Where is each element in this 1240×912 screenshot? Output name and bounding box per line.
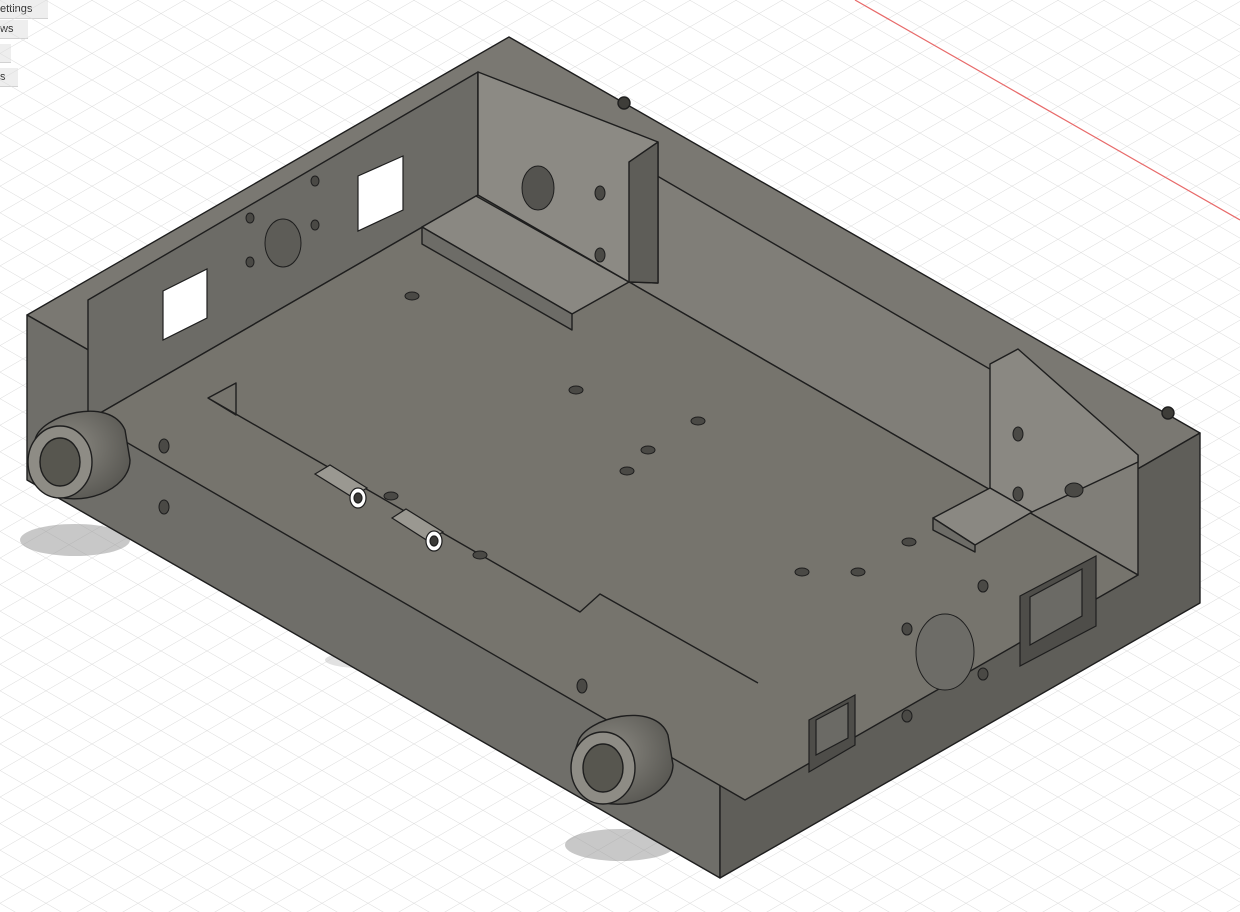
hole [915, 613, 975, 691]
foot-left-bore [39, 437, 81, 487]
foot-right-bore [582, 743, 624, 793]
viewport-svg[interactable] [0, 0, 1240, 912]
foot-back [617, 96, 631, 110]
hole [264, 218, 302, 268]
hole [521, 165, 555, 211]
bracket-side [628, 141, 659, 284]
foot-back-right [1161, 406, 1175, 420]
design-canvas[interactable] [0, 0, 1240, 912]
